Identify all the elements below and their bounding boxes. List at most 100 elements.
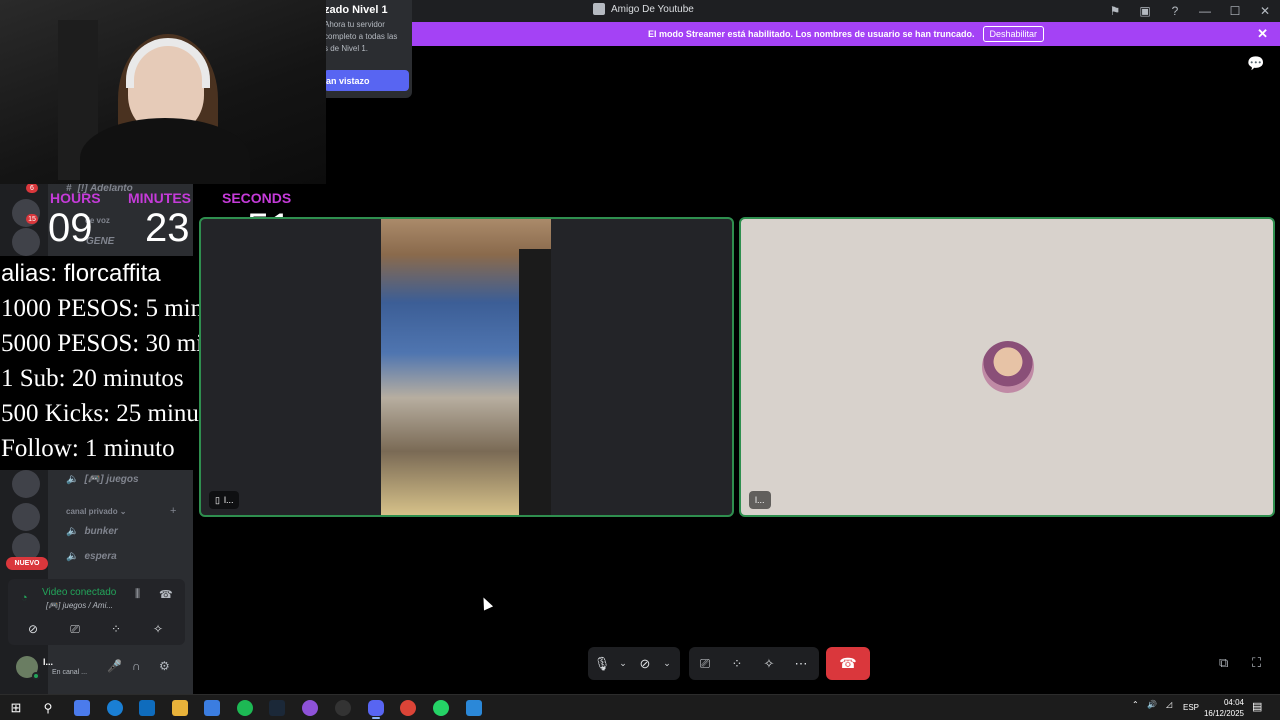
chat-icon[interactable]: 💬 — [1247, 55, 1264, 72]
server-icon[interactable] — [12, 228, 40, 256]
activity-controls: ⎚ ⁘ ✧ ⋯ — [689, 647, 819, 680]
channel-label: espera — [84, 551, 117, 562]
add-channel-icon[interactable]: + — [170, 505, 176, 517]
settings-icon[interactable]: ⚙ — [159, 659, 170, 673]
soundboard-icon[interactable]: ✧ — [142, 619, 174, 639]
activities-icon[interactable]: ⁘ — [100, 619, 132, 639]
disable-streamer-button[interactable]: Deshabilitar — [982, 26, 1045, 42]
activities-icon[interactable]: ⁘ — [721, 647, 753, 680]
discord-icon[interactable] — [368, 700, 384, 716]
steam-icon[interactable] — [269, 700, 285, 716]
language-indicator[interactable]: ESP — [1183, 703, 1199, 712]
signal-icon[interactable]: ◔ — [21, 592, 28, 604]
participant-name: l... — [755, 495, 765, 505]
online-status-icon — [32, 672, 40, 680]
user-panel: l... En canal ... 🎤 ∩ ⚙ — [8, 650, 185, 688]
close-icon[interactable]: ✕ — [1257, 26, 1268, 42]
popup-title: zado Nivel 1 — [324, 4, 388, 16]
obs-icon[interactable] — [335, 700, 351, 716]
server-icon[interactable] — [12, 470, 40, 498]
video-tile[interactable]: l... — [739, 217, 1275, 517]
mouse-cursor — [478, 595, 494, 611]
category-private[interactable]: canal privado ⌄ — [66, 507, 127, 516]
minutes-value: 23 — [145, 206, 190, 250]
app-icon[interactable] — [302, 700, 318, 716]
voice-status[interactable]: Video conectado — [42, 587, 116, 598]
store-icon[interactable] — [204, 700, 220, 716]
network-icon[interactable]: ◿ — [1166, 700, 1172, 709]
voice-connection-panel: ◔ Video conectado [🎮] juegos / Ami... ⫼ … — [8, 579, 185, 645]
chrome-icon[interactable] — [400, 700, 416, 716]
streamer-shirt — [80, 118, 250, 184]
microphone-icon[interactable]: 🎙 — [588, 647, 616, 680]
level-popup: zado Nivel 1 Ahora tu servidor completo … — [318, 0, 412, 98]
clock-time: 04:04 — [1223, 698, 1244, 707]
channel-bunker[interactable]: 🔈 bunker — [66, 526, 118, 537]
category-label: canal privado — [66, 507, 118, 516]
camera-off-icon[interactable]: ⊘ — [630, 647, 660, 680]
video-tile[interactable]: ▯ l... — [199, 217, 734, 517]
participant-avatar — [982, 341, 1034, 393]
popup-button[interactable]: an vistazo — [324, 70, 409, 91]
microphone-icon[interactable]: 🎤 — [107, 659, 122, 673]
speaker-icon: 🔈 — [66, 526, 79, 537]
close-button[interactable]: ✕ — [1250, 0, 1280, 22]
banner-text: El modo Streamer está habilitado. Los no… — [647, 29, 975, 39]
popup-text: Ahora tu servidor completo a todas las s… — [324, 20, 398, 53]
camera-off-icon[interactable]: ⊘ — [17, 619, 49, 639]
chevron-up-icon[interactable]: ⌃ — [1132, 700, 1139, 709]
spotify-icon[interactable] — [237, 700, 253, 716]
outlook-icon[interactable] — [139, 700, 155, 716]
active-indicator — [372, 717, 380, 719]
streamer-mode-banner: El modo Streamer está habilitado. Los no… — [412, 22, 1280, 46]
more-icon[interactable]: ⋯ — [785, 647, 817, 680]
phone-icon: ▯ — [215, 494, 220, 505]
chevron-down-icon[interactable]: ⌄ — [660, 647, 674, 680]
windows-start-icon[interactable]: ⊞ — [8, 700, 24, 716]
user-status: En canal ... — [52, 669, 88, 676]
share-screen-icon[interactable]: ⎚ — [689, 647, 721, 680]
minutes-label: MINUTES — [128, 190, 191, 206]
pop-out-icon[interactable]: ⧉ — [1219, 655, 1228, 671]
edge-icon[interactable] — [107, 700, 123, 716]
seconds-label: SECONDS — [222, 190, 292, 206]
channel-label: [🎮] juegos — [84, 474, 139, 485]
username[interactable]: l... — [43, 657, 53, 667]
channel-juegos[interactable]: 🔈 [🎮] juegos — [66, 474, 139, 485]
notifications-icon[interactable]: ▤ — [1252, 700, 1262, 713]
webcam-overlay — [0, 0, 326, 184]
soundboard-icon[interactable]: ✧ — [753, 647, 785, 680]
app-icon[interactable] — [466, 700, 482, 716]
voice-channel[interactable]: [🎮] juegos / Ami... — [46, 601, 113, 610]
clock-date: 16/12/2025 — [1203, 709, 1244, 718]
flag-icon[interactable]: ⚑ — [1100, 0, 1130, 22]
screen: { "window": { "title": "Amigo De Youtube… — [0, 0, 1280, 720]
window-title: Amigo De Youtube — [593, 3, 694, 15]
mention-badge: 6 — [26, 183, 38, 193]
share-screen-icon[interactable]: ⎚ — [59, 619, 91, 639]
mention-badge: 15 — [26, 214, 38, 224]
disconnect-icon[interactable]: ☎ — [159, 588, 173, 601]
clock[interactable]: 04:04 16/12/2025 — [1204, 697, 1244, 719]
new-badge: NUEVO — [6, 557, 48, 570]
server-icon[interactable] — [12, 503, 40, 531]
search-icon[interactable]: ⚲ — [40, 700, 56, 716]
help-icon[interactable]: ? — [1160, 0, 1190, 22]
copilot-icon[interactable] — [74, 700, 90, 716]
participant-name: l... — [223, 495, 234, 505]
whatsapp-icon[interactable] — [433, 700, 449, 716]
file-explorer-icon[interactable] — [172, 700, 188, 716]
channel-espera[interactable]: 🔈 espera — [66, 551, 117, 562]
speaker-icon: 🔈 — [66, 551, 79, 562]
headphones-icon[interactable]: ∩ — [132, 659, 141, 673]
maximize-button[interactable]: ☐ — [1220, 0, 1250, 22]
volume-icon[interactable]: 🔊 — [1147, 700, 1157, 709]
hang-up-button[interactable]: ☎ — [826, 647, 870, 680]
audio-video-controls: 🎙 ⌄ ⊘ ⌄ — [588, 647, 680, 680]
fullscreen-icon[interactable]: ⛶ — [1252, 655, 1261, 671]
channel-label: bunker — [84, 526, 118, 537]
chevron-down-icon[interactable]: ⌄ — [616, 647, 630, 680]
streamer-mode-icon[interactable]: ▣ — [1130, 0, 1160, 22]
noise-suppression-icon[interactable]: ⫼ — [135, 588, 140, 601]
minimize-button[interactable]: — — [1190, 0, 1220, 22]
